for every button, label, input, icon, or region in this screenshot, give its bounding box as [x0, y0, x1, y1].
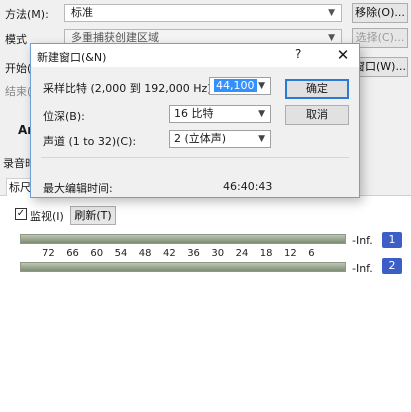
- meter-panel: 标尺 ✓ 监视(I) 刷新(T) -Inf. 1 72 66 60 54 48 42 36 3…: [0, 178, 411, 412]
- method-label: 方法(M):: [5, 8, 49, 21]
- sample-rate-input[interactable]: 44,100 ▼: [209, 77, 271, 95]
- cancel-button[interactable]: 取消: [285, 105, 349, 125]
- meter-tick-label: 36: [187, 248, 200, 259]
- meter1-value: -Inf.: [352, 234, 373, 247]
- window-button[interactable]: 窗口(W)...: [352, 57, 408, 77]
- meter-tick-label: 48: [138, 248, 152, 259]
- ok-button[interactable]: 确定: [285, 79, 349, 99]
- chevron-down-icon: ▼: [258, 134, 265, 144]
- meter-tick-label: 30: [211, 248, 225, 259]
- channels-value: 2 (立体声): [174, 132, 227, 145]
- close-icon[interactable]: ✕: [331, 45, 355, 65]
- divider: [41, 157, 349, 158]
- channels-select[interactable]: 2 (立体声) ▼: [169, 130, 271, 148]
- max-time-value: 46:40:43: [223, 180, 273, 193]
- bit-depth-value: 16 比特: [174, 107, 214, 120]
- select-button[interactable]: 选择(C)...: [352, 28, 408, 48]
- chevron-down-icon: ▼: [328, 8, 335, 18]
- meter-tick-label: 6: [308, 248, 315, 259]
- meter-scale: 72 66 60 54 48 42 36 30 24 18 12 6: [20, 248, 346, 262]
- channels-label: 声道 (1 to 32)(C):: [43, 135, 137, 148]
- method-value: 标准: [71, 6, 93, 19]
- meter-tick-label: 54: [114, 248, 128, 259]
- monitor-label: 监视(I): [30, 210, 64, 223]
- meter-tick-label: 72: [42, 248, 55, 259]
- sample-rate-label: 采样比特 (2,000 到 192,000 Hz)(R):: [43, 82, 232, 95]
- meter-tick-label: 42: [163, 248, 176, 259]
- bit-depth-label: 位深(B):: [43, 110, 85, 123]
- meter-tick-label: 12: [284, 248, 297, 259]
- max-time-label: 最大编辑时间:: [43, 182, 113, 195]
- level-meter-1: [20, 234, 346, 244]
- level-meter-2: [20, 262, 346, 272]
- refresh-button[interactable]: 刷新(T): [70, 206, 116, 225]
- new-window-dialog: 新建窗口(&N) ? ✕ 采样比特 (2,000 到 192,000 Hz)(R…: [30, 43, 360, 198]
- meter2-value: -Inf.: [352, 262, 373, 275]
- channel-1-badge[interactable]: 1: [382, 232, 402, 248]
- monitor-checkbox[interactable]: ✓: [15, 208, 27, 220]
- help-icon[interactable]: ?: [295, 47, 301, 61]
- chevron-down-icon: ▼: [258, 81, 265, 91]
- meter-tick-label: 66: [66, 248, 79, 259]
- dialog-body: 采样比特 (2,000 到 192,000 Hz)(R): 44,100 ▼ 位…: [31, 67, 359, 197]
- meter-tick-label: 24: [235, 248, 249, 259]
- channel-2-badge[interactable]: 2: [382, 258, 402, 274]
- mode-label: 模式: [5, 33, 27, 46]
- chevron-down-icon: ▼: [258, 109, 265, 119]
- meter-tick-label: 18: [259, 248, 273, 259]
- sample-rate-value: 44,100: [214, 79, 257, 92]
- dialog-title: 新建窗口(&N): [37, 51, 107, 64]
- remove-button[interactable]: 移除(O)...: [352, 3, 408, 23]
- meter-tick-label: 60: [90, 248, 104, 259]
- tab-ruler-label: 标尺: [9, 181, 31, 194]
- method-select[interactable]: 标准 ▼: [64, 4, 342, 22]
- bit-depth-select[interactable]: 16 比特 ▼: [169, 105, 271, 123]
